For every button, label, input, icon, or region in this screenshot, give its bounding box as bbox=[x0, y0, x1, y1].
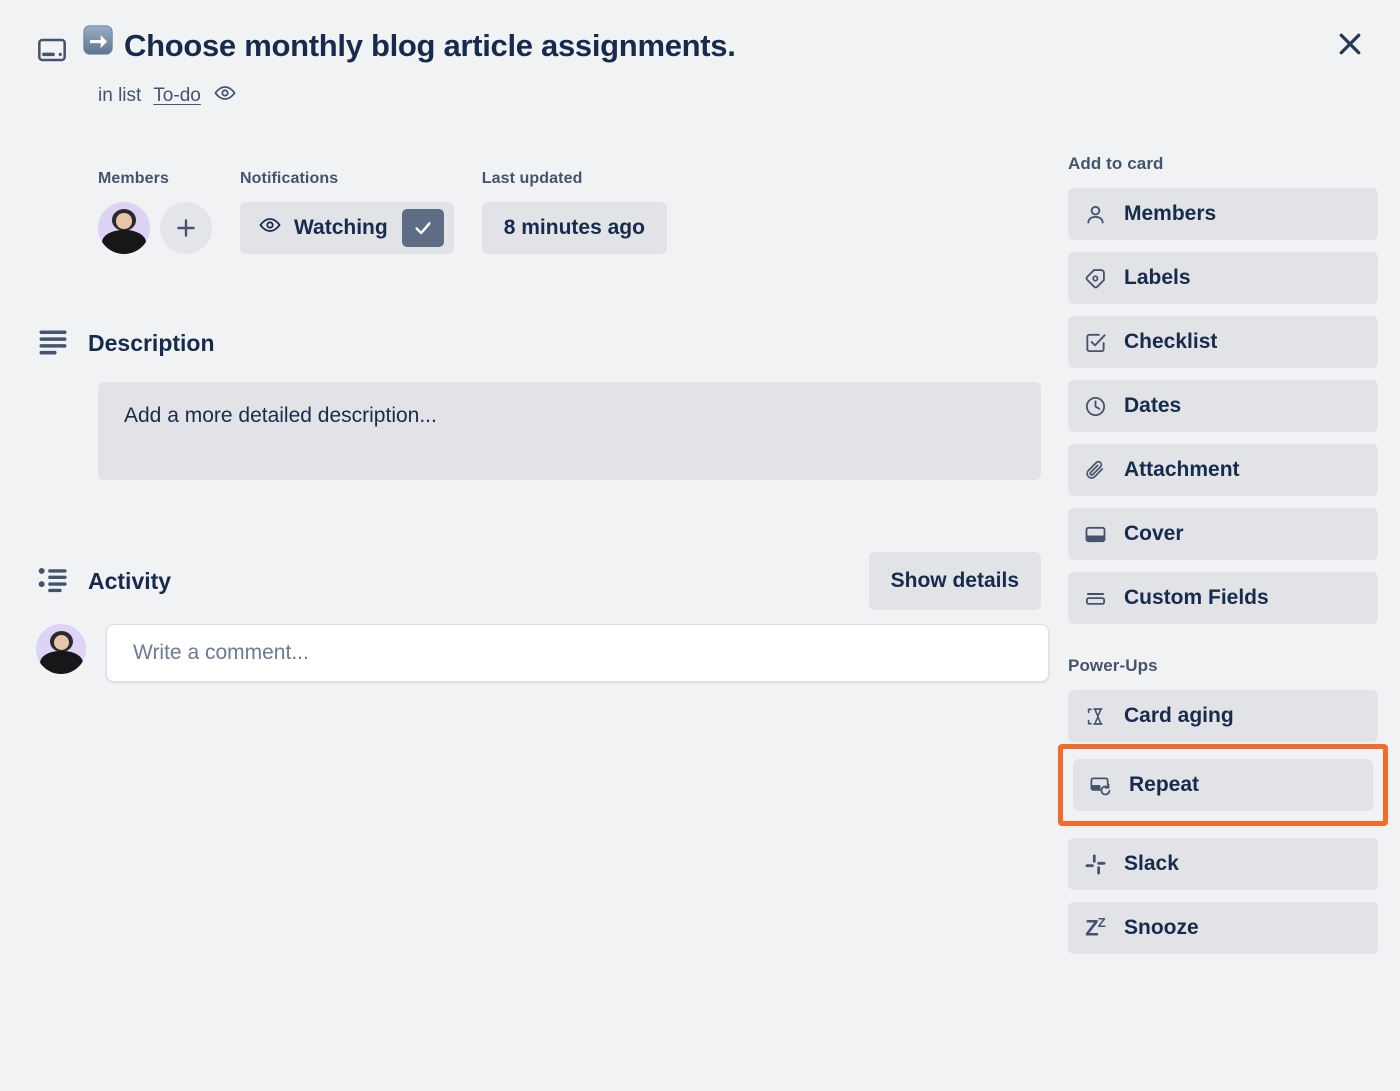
custom-fields-icon bbox=[1082, 587, 1108, 610]
power-ups-group: Power-Ups Card aging Repeat Slack ZZ Sno… bbox=[1058, 656, 1388, 954]
sidebar-item-label: Snooze bbox=[1124, 916, 1199, 939]
close-icon bbox=[1339, 33, 1361, 55]
list-name-link[interactable]: To-do bbox=[153, 85, 201, 107]
checkbox-icon bbox=[1082, 331, 1108, 354]
close-button[interactable] bbox=[1326, 20, 1374, 68]
description-input[interactable]: Add a more detailed description... bbox=[98, 382, 1041, 480]
watching-pill: Watching bbox=[240, 202, 454, 254]
sidebar-item-label: Labels bbox=[1124, 266, 1191, 289]
eye-icon[interactable] bbox=[213, 81, 237, 111]
tag-icon bbox=[1082, 267, 1108, 290]
card-meta-row: Members Notifications Watching Last upda… bbox=[98, 170, 667, 254]
card-cover-icon bbox=[36, 34, 68, 71]
sidebar-item-attachment[interactable]: Attachment bbox=[1068, 444, 1378, 496]
page-title: Choose monthly blog article assignments. bbox=[124, 28, 736, 63]
sidebar-item-label: Attachment bbox=[1124, 458, 1240, 481]
sidebar-item-cover[interactable]: Cover bbox=[1068, 508, 1378, 560]
watching-toggle[interactable]: Watching bbox=[258, 213, 388, 243]
sidebar-item-slack[interactable]: Slack bbox=[1068, 838, 1378, 890]
notifications-label: Notifications bbox=[240, 170, 339, 187]
description-heading: Description bbox=[88, 329, 215, 356]
activity-heading: Activity bbox=[88, 567, 172, 594]
sidebar-item-repeat[interactable]: Repeat bbox=[1073, 759, 1373, 811]
sidebar-item-card-aging[interactable]: Card aging bbox=[1068, 690, 1378, 742]
notifications-block: Notifications Watching bbox=[240, 170, 454, 254]
cover-icon bbox=[1082, 523, 1108, 546]
repeat-highlight-box: Repeat bbox=[1058, 744, 1388, 826]
check-icon bbox=[415, 222, 431, 235]
card-detail-modal: Choose monthly blog article assignments.… bbox=[0, 0, 1400, 1091]
members-block: Members bbox=[98, 170, 212, 254]
hourglass-icon bbox=[1082, 705, 1108, 728]
eye-watching-icon bbox=[258, 213, 282, 243]
activity-list-icon bbox=[36, 562, 70, 601]
comment-avatar[interactable] bbox=[36, 624, 86, 674]
watching-label: Watching bbox=[294, 216, 388, 239]
card-sidebar: Add to card Members Labels Checklist Dat… bbox=[1058, 150, 1388, 966]
person-icon bbox=[1082, 203, 1108, 226]
card-header: Choose monthly blog article assignments.… bbox=[36, 24, 1100, 111]
add-to-card-title: Add to card bbox=[1068, 154, 1164, 173]
watching-checkbox[interactable] bbox=[401, 209, 444, 247]
sidebar-item-label: Repeat bbox=[1129, 773, 1200, 796]
sidebar-item-label: Cover bbox=[1124, 522, 1184, 545]
right-arrow-emoji-icon bbox=[82, 24, 114, 61]
sidebar-item-label: Checklist bbox=[1124, 330, 1218, 353]
slack-icon bbox=[1082, 853, 1108, 876]
sidebar-item-label: Card aging bbox=[1124, 704, 1234, 727]
add-member-button[interactable] bbox=[160, 202, 212, 254]
last-updated-block: Last updated 8 minutes ago bbox=[481, 170, 667, 254]
sidebar-item-members[interactable]: Members bbox=[1068, 188, 1378, 240]
comment-input[interactable]: Write a comment... bbox=[106, 624, 1049, 682]
sidebar-item-labels[interactable]: Labels bbox=[1068, 252, 1378, 304]
sidebar-item-label: Dates bbox=[1124, 394, 1182, 417]
plus-icon bbox=[177, 219, 195, 237]
sidebar-item-checklist[interactable]: Checklist bbox=[1068, 316, 1378, 368]
sidebar-item-dates[interactable]: Dates bbox=[1068, 380, 1378, 432]
breadcrumb: in list To-do bbox=[98, 81, 1100, 111]
in-list-prefix: in list bbox=[98, 85, 142, 106]
snooze-zz-icon: ZZ bbox=[1085, 915, 1105, 941]
show-details-button[interactable]: Show details bbox=[868, 552, 1041, 610]
last-updated-value: 8 minutes ago bbox=[481, 202, 667, 254]
clock-icon bbox=[1082, 395, 1108, 418]
activity-section: Activity Show details Write a comment... bbox=[36, 552, 1049, 682]
sidebar-item-label: Custom Fields bbox=[1124, 586, 1269, 609]
sidebar-item-custom-fields[interactable]: Custom Fields bbox=[1068, 572, 1378, 624]
members-label: Members bbox=[98, 170, 169, 187]
repeat-icon bbox=[1087, 774, 1113, 797]
power-ups-title: Power-Ups bbox=[1068, 656, 1158, 675]
sidebar-item-snooze[interactable]: ZZ Snooze bbox=[1068, 902, 1378, 954]
sidebar-item-label: Members bbox=[1124, 202, 1217, 225]
sidebar-item-label: Slack bbox=[1124, 852, 1179, 875]
paperclip-icon bbox=[1082, 459, 1108, 482]
description-icon bbox=[36, 324, 70, 363]
last-updated-label: Last updated bbox=[481, 170, 583, 187]
description-section: Description Add a more detailed descript… bbox=[36, 322, 1041, 480]
avatar[interactable] bbox=[98, 202, 150, 254]
